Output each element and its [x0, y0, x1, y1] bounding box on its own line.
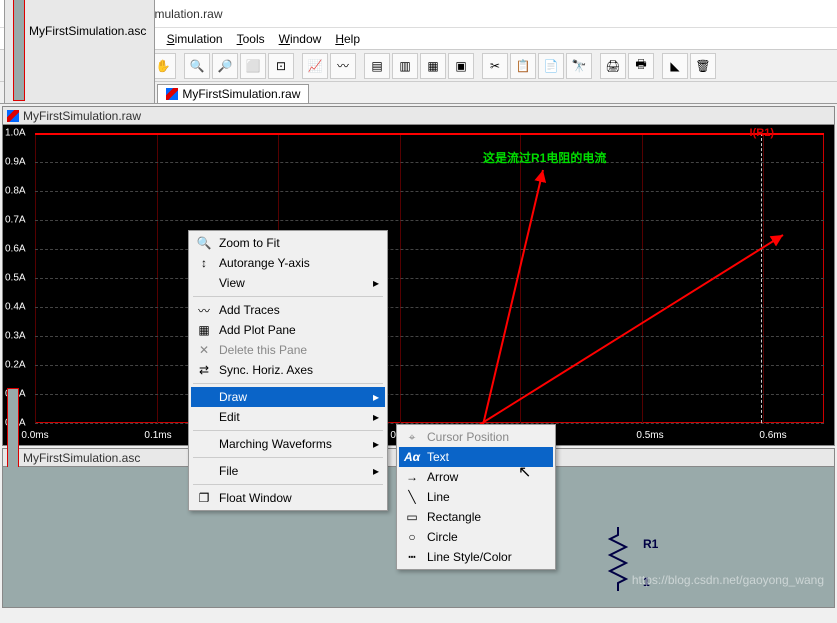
x-tick: 0.5ms: [636, 430, 663, 441]
y-tick: 0.6A: [5, 244, 26, 255]
tab-asc-label: MyFirstSimulation.asc: [29, 24, 146, 38]
menu-simulation[interactable]: Simulation: [161, 30, 229, 48]
print-button[interactable]: 🖨: [600, 53, 626, 79]
draw-line-style[interactable]: ┅Line Style/Color: [399, 547, 553, 567]
y-tick: 0.5A: [5, 273, 26, 284]
print-setup-button[interactable]: 🖶: [628, 53, 654, 79]
x-tick: 0.6ms: [759, 430, 786, 441]
rectangle-icon: ▭: [403, 510, 421, 524]
x-tick: 0.0ms: [21, 430, 48, 441]
copy-button[interactable]: 📋: [510, 53, 536, 79]
autorange-icon: ↕: [195, 256, 213, 270]
component-label: R1: [643, 537, 658, 551]
draw-line[interactable]: ╲Line: [399, 487, 553, 507]
draw-cursor-position: ⌖Cursor Position: [399, 427, 553, 447]
ctx-float-window[interactable]: ❐Float Window: [191, 488, 385, 508]
delete-button[interactable]: 🗑: [690, 53, 716, 79]
context-menu: 🔍Zoom to Fit ↕Autorange Y-axis View▸ 〰Ad…: [188, 230, 388, 511]
zoom-fit-button[interactable]: ⊡: [268, 53, 294, 79]
schematic-tab-icon: [13, 0, 25, 101]
menu-tools[interactable]: Tools: [231, 30, 271, 48]
mark-button[interactable]: ◣: [662, 53, 688, 79]
submenu-arrow-icon: ▸: [373, 464, 379, 478]
cursor-icon: ⌖: [403, 430, 421, 445]
ctx-marching-waveforms[interactable]: Marching Waveforms▸: [191, 434, 385, 454]
zoom-box-button[interactable]: ⬜: [240, 53, 266, 79]
plot-area[interactable]: I(R1) 这是流过R1电阻的电流 1.0A 0.9A 0.8A 0.7A 0.…: [3, 125, 834, 445]
ctx-zoom-to-fit[interactable]: 🔍Zoom to Fit: [191, 233, 385, 253]
waveform-title: MyFirstSimulation.raw: [23, 109, 141, 123]
submenu-arrow-icon: ▸: [373, 390, 379, 404]
text-icon: Aα: [403, 450, 421, 464]
zoom-in-button[interactable]: 🔍: [184, 53, 210, 79]
mouse-cursor-icon: ↖: [518, 462, 531, 482]
paste-button[interactable]: 📄: [538, 53, 564, 79]
zoom-out-button[interactable]: 🔎: [212, 53, 238, 79]
menu-help[interactable]: Help: [329, 30, 366, 48]
tile-vert-button[interactable]: ▥: [392, 53, 418, 79]
ctx-view[interactable]: View▸: [191, 273, 385, 293]
traces-icon: 〰: [195, 302, 213, 319]
line-icon: ╲: [403, 490, 421, 504]
y-tick: 0.7A: [5, 215, 26, 226]
raw-icon: [7, 110, 19, 122]
x-tick: 0.1ms: [144, 430, 171, 441]
add-trace-button[interactable]: 〰: [330, 53, 356, 79]
submenu-arrow-icon: ▸: [373, 437, 379, 451]
ctx-add-traces[interactable]: 〰Add Traces: [191, 300, 385, 320]
submenu-arrow-icon: ▸: [373, 276, 379, 290]
pane-icon: ▦: [195, 323, 213, 337]
tab-asc[interactable]: MyFirstSimulation.asc: [4, 0, 155, 103]
watermark: https://blog.csdn.net/gaoyong_wang: [632, 573, 824, 587]
y-tick: 0.9A: [5, 157, 26, 168]
circle-icon: ○: [403, 530, 421, 544]
y-tick: 0.2A: [5, 360, 26, 371]
y-tick: 0.8A: [5, 186, 26, 197]
submenu-arrow-icon: ▸: [373, 410, 379, 424]
zoom-fit-icon: 🔍: [195, 236, 213, 250]
autorange-button[interactable]: 📈: [302, 53, 328, 79]
ctx-file[interactable]: File▸: [191, 461, 385, 481]
document-tabs: MyFirstSimulation.asc MyFirstSimulation.…: [0, 82, 837, 104]
draw-submenu: ⌖Cursor Position AαText →Arrow ╲Line ▭Re…: [396, 424, 556, 570]
close-win-button[interactable]: ▣: [448, 53, 474, 79]
ctx-draw[interactable]: Draw▸: [191, 387, 385, 407]
waveform-subwindow: MyFirstSimulation.raw I(R1) 这是流过R1电阻的电流 …: [2, 106, 835, 446]
cut-button[interactable]: ✂: [482, 53, 508, 79]
ctx-delete-pane: ✕Delete this Pane: [191, 340, 385, 360]
ctx-autorange-y[interactable]: ↕Autorange Y-axis: [191, 253, 385, 273]
y-tick: 1.0A: [5, 128, 26, 139]
plot-annotation: 这是流过R1电阻的电流: [483, 149, 606, 166]
draw-circle[interactable]: ○Circle: [399, 527, 553, 547]
ctx-edit[interactable]: Edit▸: [191, 407, 385, 427]
waveform-subwindow-titlebar[interactable]: MyFirstSimulation.raw: [3, 107, 834, 125]
float-icon: ❐: [195, 491, 213, 505]
cascade-button[interactable]: ▦: [420, 53, 446, 79]
menu-window[interactable]: Window: [273, 30, 328, 48]
ctx-add-plot-pane[interactable]: ▦Add Plot Pane: [191, 320, 385, 340]
tab-raw[interactable]: MyFirstSimulation.raw: [157, 84, 309, 103]
tile-horiz-button[interactable]: ▤: [364, 53, 390, 79]
arrow-icon: →: [403, 470, 421, 484]
y-tick: 0.3A: [5, 331, 26, 342]
linestyle-icon: ┅: [403, 550, 421, 564]
raw-tab-icon: [166, 88, 178, 100]
delete-icon: ✕: [195, 343, 213, 357]
schematic-title: MyFirstSimulation.asc: [23, 451, 140, 465]
find-button[interactable]: 🔭: [566, 53, 592, 79]
sync-icon: ⇄: [195, 363, 213, 377]
draw-rectangle[interactable]: ▭Rectangle: [399, 507, 553, 527]
tab-raw-label: MyFirstSimulation.raw: [182, 87, 300, 101]
y-tick: 0.4A: [5, 302, 26, 313]
ctx-sync-horiz[interactable]: ⇄Sync. Horiz. Axes: [191, 360, 385, 380]
trace-label[interactable]: I(R1): [750, 127, 774, 139]
